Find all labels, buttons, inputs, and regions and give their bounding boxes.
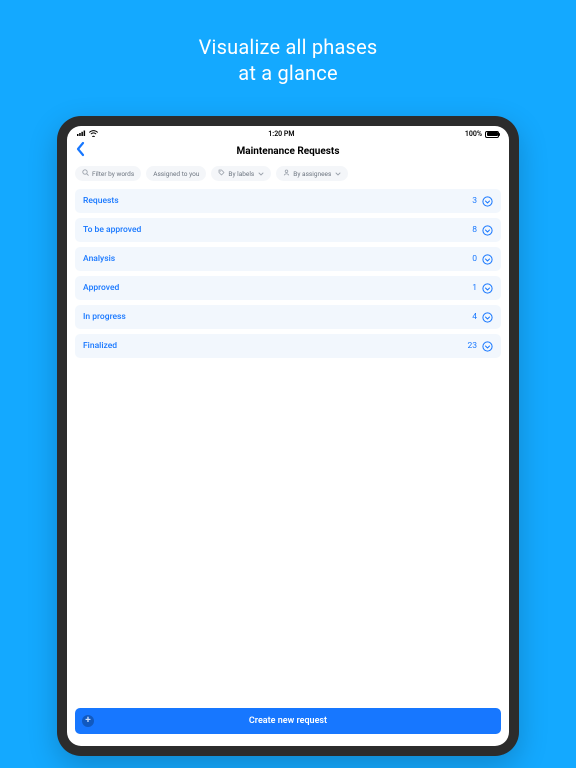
phase-label: In progress bbox=[83, 312, 126, 322]
phase-label: Finalized bbox=[83, 341, 117, 351]
phase-label: Requests bbox=[83, 196, 119, 206]
filter-assignees[interactable]: By assignees bbox=[276, 166, 348, 181]
filter-search[interactable]: Filter by words bbox=[75, 166, 141, 181]
status-bar: 1:20 PM 100% bbox=[67, 126, 509, 140]
filter-assigned-label: Assigned to you bbox=[153, 170, 199, 178]
screen: 1:20 PM 100% Maintenance Requests Filter… bbox=[67, 126, 509, 746]
phase-row[interactable]: To be approved 8 bbox=[75, 218, 501, 242]
phase-count: 1 bbox=[472, 283, 477, 293]
signal-icon bbox=[77, 130, 86, 138]
filter-assigned[interactable]: Assigned to you bbox=[146, 166, 206, 181]
expand-icon[interactable] bbox=[482, 225, 493, 236]
phase-row[interactable]: In progress 4 bbox=[75, 305, 501, 329]
phase-count: 3 bbox=[472, 196, 477, 206]
expand-icon[interactable] bbox=[482, 283, 493, 294]
plus-icon: + bbox=[82, 715, 94, 727]
phase-row[interactable]: Requests 3 bbox=[75, 189, 501, 213]
battery-percent: 100% bbox=[465, 130, 482, 138]
phase-count: 0 bbox=[472, 254, 477, 264]
hero-line2: at a glance bbox=[199, 60, 378, 86]
filter-search-label: Filter by words bbox=[92, 170, 134, 178]
page-title: Maintenance Requests bbox=[237, 146, 340, 157]
expand-icon[interactable] bbox=[482, 312, 493, 323]
nav-bar: Maintenance Requests bbox=[67, 140, 509, 162]
chevron-down-icon bbox=[335, 170, 341, 178]
hero-caption: Visualize all phases at a glance bbox=[199, 34, 378, 86]
filter-assignees-label: By assignees bbox=[293, 170, 331, 178]
phase-count: 23 bbox=[467, 341, 477, 351]
phase-row[interactable]: Analysis 0 bbox=[75, 247, 501, 271]
user-icon bbox=[283, 169, 290, 178]
hero-line1: Visualize all phases bbox=[199, 34, 378, 60]
expand-icon[interactable] bbox=[482, 341, 493, 352]
phase-count: 8 bbox=[472, 225, 477, 235]
phase-row[interactable]: Approved 1 bbox=[75, 276, 501, 300]
wifi-icon bbox=[89, 130, 98, 139]
phase-count: 4 bbox=[472, 312, 477, 322]
filter-labels-label: By labels bbox=[228, 170, 254, 178]
phase-label: Analysis bbox=[83, 254, 115, 264]
battery-icon bbox=[485, 131, 499, 138]
tag-icon bbox=[218, 169, 225, 178]
phase-list: Requests 3 To be approved 8 Analysis 0 Approve… bbox=[67, 189, 509, 358]
create-request-label: Create new request bbox=[249, 716, 327, 726]
expand-icon[interactable] bbox=[482, 254, 493, 265]
filter-labels[interactable]: By labels bbox=[211, 166, 271, 181]
footer: + Create new request bbox=[67, 708, 509, 746]
device-frame: 1:20 PM 100% Maintenance Requests Filter… bbox=[57, 116, 519, 756]
phase-label: Approved bbox=[83, 283, 119, 293]
phase-label: To be approved bbox=[83, 225, 141, 235]
filter-bar: Filter by words Assigned to you By label… bbox=[67, 162, 509, 189]
search-icon bbox=[82, 169, 89, 178]
chevron-down-icon bbox=[258, 170, 264, 178]
phase-row[interactable]: Finalized 23 bbox=[75, 334, 501, 358]
back-button[interactable] bbox=[75, 141, 87, 161]
expand-icon[interactable] bbox=[482, 196, 493, 207]
status-time: 1:20 PM bbox=[268, 130, 294, 138]
create-request-button[interactable]: + Create new request bbox=[75, 708, 501, 734]
